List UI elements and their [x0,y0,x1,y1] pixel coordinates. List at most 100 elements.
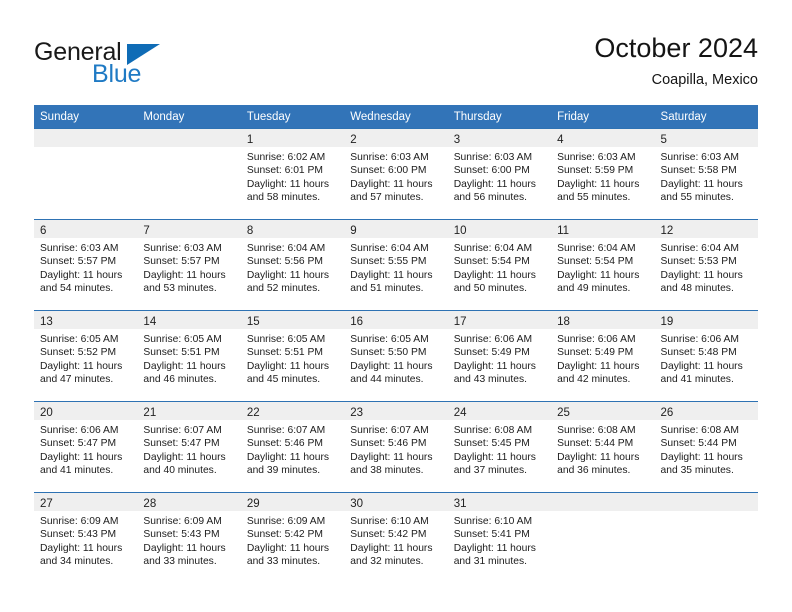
sunset-text: Sunset: 5:43 PM [40,529,117,541]
day-box: 10 Sunrise: 6:04 AM Sunset: 5:54 PM Dayligh… [447,220,552,310]
day-number: 9 [350,225,357,237]
day-box: 15 Sunrise: 6:05 AM Sunset: 5:51 PM Dayligh… [240,311,345,401]
day-number: 6 [40,225,47,237]
sunset-text: Sunset: 5:52 PM [40,347,117,359]
sunset-text: Sunset: 5:46 PM [350,438,427,450]
calendar-day-cell[interactable]: 13 Sunrise: 6:05 AM Sunset: 5:52 PM Dayligh… [34,310,138,402]
sunrise-text: Sunrise: 6:03 AM [40,243,119,254]
calendar-day-cell[interactable] [551,492,655,583]
sunset-text: Sunset: 5:43 PM [143,529,220,541]
calendar-day-cell[interactable]: 30 Sunrise: 6:10 AM Sunset: 5:42 PM Dayligh… [344,492,448,583]
calendar-day-cell[interactable]: 29 Sunrise: 6:09 AM Sunset: 5:42 PM Dayligh… [240,492,345,583]
day-number: 24 [453,407,467,419]
daylight-text-line1: Daylight: 11 hours [350,178,433,190]
calendar-day-cell[interactable]: 11 Sunrise: 6:04 AM Sunset: 5:54 PM Dayligh… [551,219,655,311]
calendar-day-cell[interactable]: 10 Sunrise: 6:04 AM Sunset: 5:54 PM Dayligh… [447,219,552,311]
daylight-text-line2: and 33 minutes. [143,555,217,567]
day-box: 7 Sunrise: 6:03 AM Sunset: 5:57 PM Daylight… [137,220,241,310]
calendar-day-cell[interactable]: 17 Sunrise: 6:06 AM Sunset: 5:49 PM Dayligh… [447,310,552,402]
daylight-text-line2: and 35 minutes. [660,464,734,476]
daylight-text-line1: Daylight: 11 hours [143,269,226,281]
daylight-text-line2: and 38 minutes. [350,464,424,476]
calendar-day-cell[interactable]: 25 Sunrise: 6:08 AM Sunset: 5:44 PM Dayligh… [551,401,655,493]
calendar-day-cell[interactable]: 26 Sunrise: 6:08 AM Sunset: 5:44 PM Dayligh… [654,401,758,493]
daylight-text-line1: Daylight: 11 hours [453,542,536,554]
calendar-day-cell[interactable]: 14 Sunrise: 6:05 AM Sunset: 5:51 PM Dayligh… [137,310,241,402]
calendar-day-cell[interactable]: 5 Sunrise: 6:03 AM Sunset: 5:58 PM Daylight… [654,128,758,220]
day-number-band: 8 [240,220,345,238]
day-box: 21 Sunrise: 6:07 AM Sunset: 5:47 PM Dayligh… [137,402,241,492]
calendar-day-cell[interactable]: 2 Sunrise: 6:03 AM Sunset: 6:00 PM Daylight… [344,128,448,220]
calendar-day-cell[interactable]: 18 Sunrise: 6:06 AM Sunset: 5:49 PM Dayligh… [551,310,655,402]
calendar-page: General Blue October 2024 Coapilla, Mexi… [0,0,792,612]
calendar-day-cell[interactable]: 28 Sunrise: 6:09 AM Sunset: 5:43 PM Dayligh… [137,492,241,583]
day-box: 25 Sunrise: 6:08 AM Sunset: 5:44 PM Dayligh… [551,402,655,492]
day-box: 27 Sunrise: 6:09 AM Sunset: 5:43 PM Dayligh… [34,493,138,583]
calendar-day-cell[interactable]: 15 Sunrise: 6:05 AM Sunset: 5:51 PM Dayligh… [240,310,345,402]
day-number: 11 [557,225,570,237]
day-box: 17 Sunrise: 6:06 AM Sunset: 5:49 PM Dayligh… [447,311,552,401]
calendar-day-cell[interactable] [654,492,758,583]
page-header: General Blue October 2024 Coapilla, Mexi… [0,0,792,100]
day-number-band: 26 [654,402,758,420]
day-detail: Sunrise: 6:04 AM Sunset: 5:56 PM Daylight:… [241,238,344,295]
day-detail [34,147,137,151]
calendar-day-cell[interactable]: 1 Sunrise: 6:02 AM Sunset: 6:01 PM Daylight… [240,128,345,220]
daylight-text-line2: and 34 minutes. [40,555,114,567]
sunset-text: Sunset: 5:57 PM [143,256,220,268]
day-number: 4 [557,134,564,146]
calendar-day-cell[interactable]: 12 Sunrise: 6:04 AM Sunset: 5:53 PM Dayligh… [654,219,758,311]
calendar-day-cell[interactable]: 27 Sunrise: 6:09 AM Sunset: 5:43 PM Dayligh… [34,492,138,583]
calendar-day-cell[interactable]: 23 Sunrise: 6:07 AM Sunset: 5:46 PM Dayligh… [344,401,448,493]
day-box: 3 Sunrise: 6:03 AM Sunset: 6:00 PM Daylight… [447,129,552,219]
daylight-text-line2: and 51 minutes. [350,282,424,294]
sunset-text: Sunset: 5:47 PM [143,438,220,450]
day-number-band: 18 [551,311,655,329]
calendar-day-cell[interactable]: 6 Sunrise: 6:03 AM Sunset: 5:57 PM Daylight… [34,219,138,311]
sunrise-text: Sunrise: 6:03 AM [143,243,222,254]
day-number: 18 [557,316,570,328]
day-number: 14 [143,316,157,328]
day-box [654,493,758,583]
daylight-text-line1: Daylight: 11 hours [350,451,433,463]
day-box: 4 Sunrise: 6:03 AM Sunset: 5:59 PM Daylight… [551,129,655,219]
calendar-day-cell[interactable]: 21 Sunrise: 6:07 AM Sunset: 5:47 PM Dayligh… [137,401,241,493]
calendar-day-cell[interactable]: 8 Sunrise: 6:04 AM Sunset: 5:56 PM Daylight… [240,219,345,311]
day-box: 5 Sunrise: 6:03 AM Sunset: 5:58 PM Daylight… [654,129,758,219]
calendar-day-cell[interactable]: 3 Sunrise: 6:03 AM Sunset: 6:00 PM Daylight… [447,128,552,220]
sunset-text: Sunset: 5:44 PM [660,438,737,450]
sunset-text: Sunset: 6:00 PM [350,165,427,177]
sunset-text: Sunset: 5:57 PM [40,256,117,268]
calendar-day-cell[interactable]: 20 Sunrise: 6:06 AM Sunset: 5:47 PM Dayligh… [34,401,138,493]
sunset-text: Sunset: 5:53 PM [660,256,737,268]
day-number-band [137,129,241,147]
calendar-day-cell[interactable]: 7 Sunrise: 6:03 AM Sunset: 5:57 PM Daylight… [137,219,241,311]
calendar-day-cell[interactable]: 31 Sunrise: 6:10 AM Sunset: 5:41 PM Dayligh… [447,492,552,583]
sunset-text: Sunset: 5:42 PM [246,529,323,541]
calendar-day-cell[interactable] [137,128,241,220]
calendar-day-cell[interactable] [34,128,138,220]
day-box: 12 Sunrise: 6:04 AM Sunset: 5:53 PM Dayligh… [654,220,758,310]
calendar-day-cell[interactable]: 22 Sunrise: 6:07 AM Sunset: 5:46 PM Dayligh… [240,401,345,493]
day-number-band: 9 [344,220,448,238]
general-blue-logo: General Blue [34,38,274,90]
day-box: 8 Sunrise: 6:04 AM Sunset: 5:56 PM Daylight… [240,220,345,310]
daylight-text-line2: and 50 minutes. [453,282,527,294]
calendar-day-cell[interactable]: 16 Sunrise: 6:05 AM Sunset: 5:50 PM Dayligh… [344,310,448,402]
day-detail: Sunrise: 6:05 AM Sunset: 5:50 PM Daylight:… [344,329,447,386]
calendar-day-cell[interactable]: 19 Sunrise: 6:06 AM Sunset: 5:48 PM Dayligh… [654,310,758,402]
daylight-text-line2: and 55 minutes. [557,191,631,203]
calendar-day-cell[interactable]: 4 Sunrise: 6:03 AM Sunset: 5:59 PM Daylight… [551,128,655,220]
day-detail: Sunrise: 6:06 AM Sunset: 5:47 PM Daylight:… [34,420,137,477]
calendar-day-cell[interactable]: 24 Sunrise: 6:08 AM Sunset: 5:45 PM Dayligh… [447,401,552,493]
daylight-text-line2: and 53 minutes. [143,282,217,294]
daylight-text-line2: and 45 minutes. [246,373,321,385]
day-number-band: 6 [34,220,138,238]
calendar-day-cell[interactable]: 9 Sunrise: 6:04 AM Sunset: 5:55 PM Daylight… [344,219,448,311]
day-detail: Sunrise: 6:04 AM Sunset: 5:53 PM Daylight:… [655,238,758,295]
day-box [137,129,241,219]
day-detail: Sunrise: 6:08 AM Sunset: 5:45 PM Daylight:… [448,420,551,477]
daylight-text-line1: Daylight: 11 hours [453,178,536,190]
daylight-text-line1: Daylight: 11 hours [350,269,433,281]
daylight-text-line1: Daylight: 11 hours [40,542,123,554]
